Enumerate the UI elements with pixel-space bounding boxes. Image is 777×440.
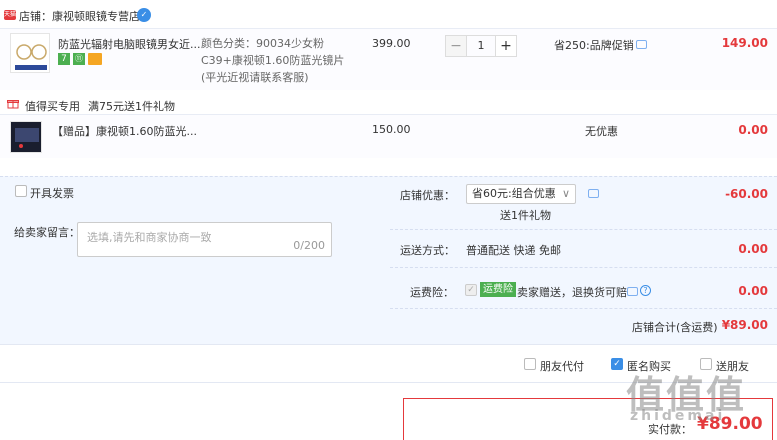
shop-discount-gift: 送1件礼物: [500, 209, 551, 222]
gift-unit-price: 150.00: [372, 123, 411, 136]
gift-thumbnail[interactable]: [10, 121, 42, 153]
service-badges: 7 ⑪: [58, 53, 102, 65]
shipping-label: 运送方式：: [400, 244, 455, 257]
quantity-minus-button[interactable]: −: [445, 35, 467, 57]
shipping-amount: 0.00: [738, 242, 768, 256]
anonymous-checkbox[interactable]: ✓: [611, 358, 623, 370]
insurance-chat-icon[interactable]: [627, 287, 638, 296]
memo-label: 给卖家留言：: [14, 226, 80, 239]
insurance-amount: 0.00: [738, 284, 768, 298]
shop-name-link[interactable]: 店铺：康视顿眼镜专营店: [19, 8, 140, 24]
chevron-down-icon: ∨: [561, 187, 570, 200]
shipping-value: 普通配送 快递 免邮: [466, 244, 561, 257]
shop-total-amount: ¥89.00: [721, 318, 768, 332]
chat-seller-icon[interactable]: ✓: [137, 8, 151, 22]
insurance-label: 运费险：: [410, 286, 454, 299]
promo-info-icon[interactable]: [636, 40, 647, 49]
insurance-desc: 卖家赠送，退换货可赔: [517, 286, 627, 299]
item-unit-price: 399.00: [372, 37, 411, 50]
gift-icon: [7, 98, 19, 109]
memo-input[interactable]: 选填,请先和商家协商一致 0/200: [77, 222, 332, 257]
shop-discount-value: 省60元:组合优惠: [472, 187, 556, 200]
shop-discount-select[interactable]: 省60元:组合优惠 ∨: [466, 184, 576, 204]
divider: [390, 267, 777, 268]
item-sku: 颜色分类：90034少女粉C39+康视顿1.60防蓝光镜片(平光近视请联系客服): [201, 37, 345, 84]
divider: [390, 229, 777, 230]
memo-placeholder: 选填,请先和商家协商一致: [87, 231, 212, 244]
invoice-checkbox[interactable]: [15, 185, 27, 197]
item-promo: 省250:品牌促销: [554, 39, 634, 52]
guarantee-icon: ⑪: [73, 53, 85, 65]
quantity-stepper: − 1 +: [445, 35, 520, 57]
quantity-input[interactable]: 1: [467, 35, 495, 57]
friend-pay-checkbox[interactable]: [524, 358, 536, 370]
item-title-link[interactable]: 防蓝光辐射电脑眼镜男女近...: [58, 36, 201, 52]
insurance-checkbox[interactable]: ✓: [465, 284, 477, 296]
gift-title-link[interactable]: 【赠品】康视顿1.60防蓝光...: [52, 123, 197, 139]
invoice-label: 开具发票: [30, 187, 74, 200]
tmall-badge: 天猫: [4, 10, 17, 20]
divider: [0, 344, 777, 345]
friend-pay-label: 朋友代付: [540, 360, 584, 373]
item-subtotal: 149.00: [721, 36, 768, 50]
discount-info-icon[interactable]: [588, 189, 599, 198]
divider: [390, 308, 777, 309]
gift-promo: 无优惠: [585, 125, 618, 138]
insurance-tag: 运费险: [480, 282, 516, 297]
watermark-url: zhidemai: [630, 408, 726, 424]
shop-discount-amount: -60.00: [725, 187, 768, 201]
item-thumbnail[interactable]: [10, 33, 50, 73]
divider: [0, 176, 777, 177]
seven-day-return-icon: 7: [58, 53, 70, 65]
help-icon[interactable]: ?: [640, 285, 651, 296]
shop-total-label: 店铺合计(含运费): [632, 321, 718, 334]
memo-counter: 0/200: [293, 239, 325, 252]
quantity-plus-button[interactable]: +: [495, 35, 517, 57]
shop-discount-label: 店铺优惠：: [400, 189, 455, 202]
gift-subtotal: 0.00: [738, 123, 768, 137]
promo-label: 值得买专用: [25, 100, 80, 113]
card-payment-icon: [88, 53, 102, 65]
promo-desc: 满75元送1件礼物: [88, 100, 175, 113]
